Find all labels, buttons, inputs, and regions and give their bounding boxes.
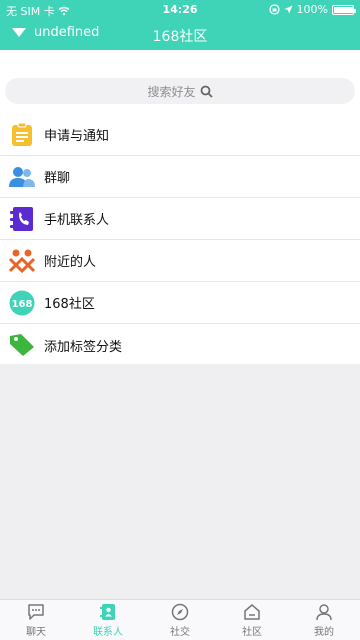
contacts-panel: 搜索好友 申请与通知 群聊 手机联系人 附近的人 168 168社区 添加标签分… bbox=[0, 50, 360, 364]
tag-icon bbox=[8, 331, 36, 359]
tab-label: 聊天 bbox=[26, 627, 46, 638]
page-title: 168社区 bbox=[152, 29, 208, 45]
nav-bar: undefined 168社区 bbox=[0, 20, 360, 50]
list-item-label: 手机联系人 bbox=[44, 213, 110, 228]
battery-icon bbox=[332, 4, 356, 15]
search-input[interactable]: 搜索好友 bbox=[5, 78, 355, 104]
list-item-168-community[interactable]: 168 168社区 bbox=[0, 282, 360, 324]
list-item-label: 附近的人 bbox=[44, 255, 97, 270]
list-item-label: 168社区 bbox=[44, 297, 95, 312]
tab-community[interactable]: 社区 bbox=[216, 600, 288, 640]
tab-contacts[interactable]: 联系人 bbox=[72, 600, 144, 640]
status-bar: 无 SIM 卡 14:26 100% bbox=[0, 0, 360, 20]
user-icon bbox=[316, 604, 332, 621]
list-item-label: 添加标签分类 bbox=[44, 339, 123, 355]
bottom-tab-bar: 聊天 联系人 社交 社区 我的 bbox=[0, 599, 360, 640]
list-item-label: 群聊 bbox=[44, 171, 71, 186]
community-168-icon: 168 bbox=[8, 289, 36, 317]
status-right: 100% bbox=[268, 3, 356, 16]
list-item-notifications[interactable]: 申请与通知 bbox=[0, 114, 360, 156]
phone-contacts-icon bbox=[8, 205, 36, 233]
compass-icon bbox=[171, 603, 189, 621]
search-placeholder: 搜索好友 bbox=[147, 84, 196, 99]
contacts-icon bbox=[100, 604, 115, 620]
nearby-people-icon bbox=[8, 247, 36, 275]
list-item-add-tag-category[interactable]: 添加标签分类 bbox=[0, 324, 360, 366]
group-icon bbox=[8, 163, 36, 191]
tab-mine[interactable]: 我的 bbox=[288, 600, 360, 640]
contacts-menu-list: 申请与通知 群聊 手机联系人 附近的人 168 168社区 添加标签分类 bbox=[0, 114, 360, 366]
list-item-group-chat[interactable]: 群聊 bbox=[0, 156, 360, 198]
list-item-nearby-people[interactable]: 附近的人 bbox=[0, 240, 360, 282]
tab-label: 社区 bbox=[242, 627, 262, 638]
location-arrow-icon bbox=[284, 5, 293, 14]
tab-label: 我的 bbox=[314, 627, 334, 638]
list-item-label: 申请与通知 bbox=[44, 129, 110, 144]
tab-label: 社交 bbox=[170, 627, 190, 638]
orientation-lock-icon bbox=[268, 4, 280, 15]
battery-fill bbox=[334, 6, 354, 13]
tab-chat[interactable]: 聊天 bbox=[0, 600, 72, 640]
tab-social[interactable]: 社交 bbox=[144, 600, 216, 640]
chat-icon bbox=[28, 604, 44, 620]
battery-percent: 100% bbox=[296, 3, 328, 16]
tab-label: 联系人 bbox=[93, 627, 123, 638]
home-icon bbox=[244, 604, 260, 620]
clipboard-icon bbox=[8, 121, 36, 149]
search-icon bbox=[200, 85, 213, 98]
community-badge-text: 168 bbox=[12, 299, 33, 310]
list-item-phone-contacts[interactable]: 手机联系人 bbox=[0, 198, 360, 240]
